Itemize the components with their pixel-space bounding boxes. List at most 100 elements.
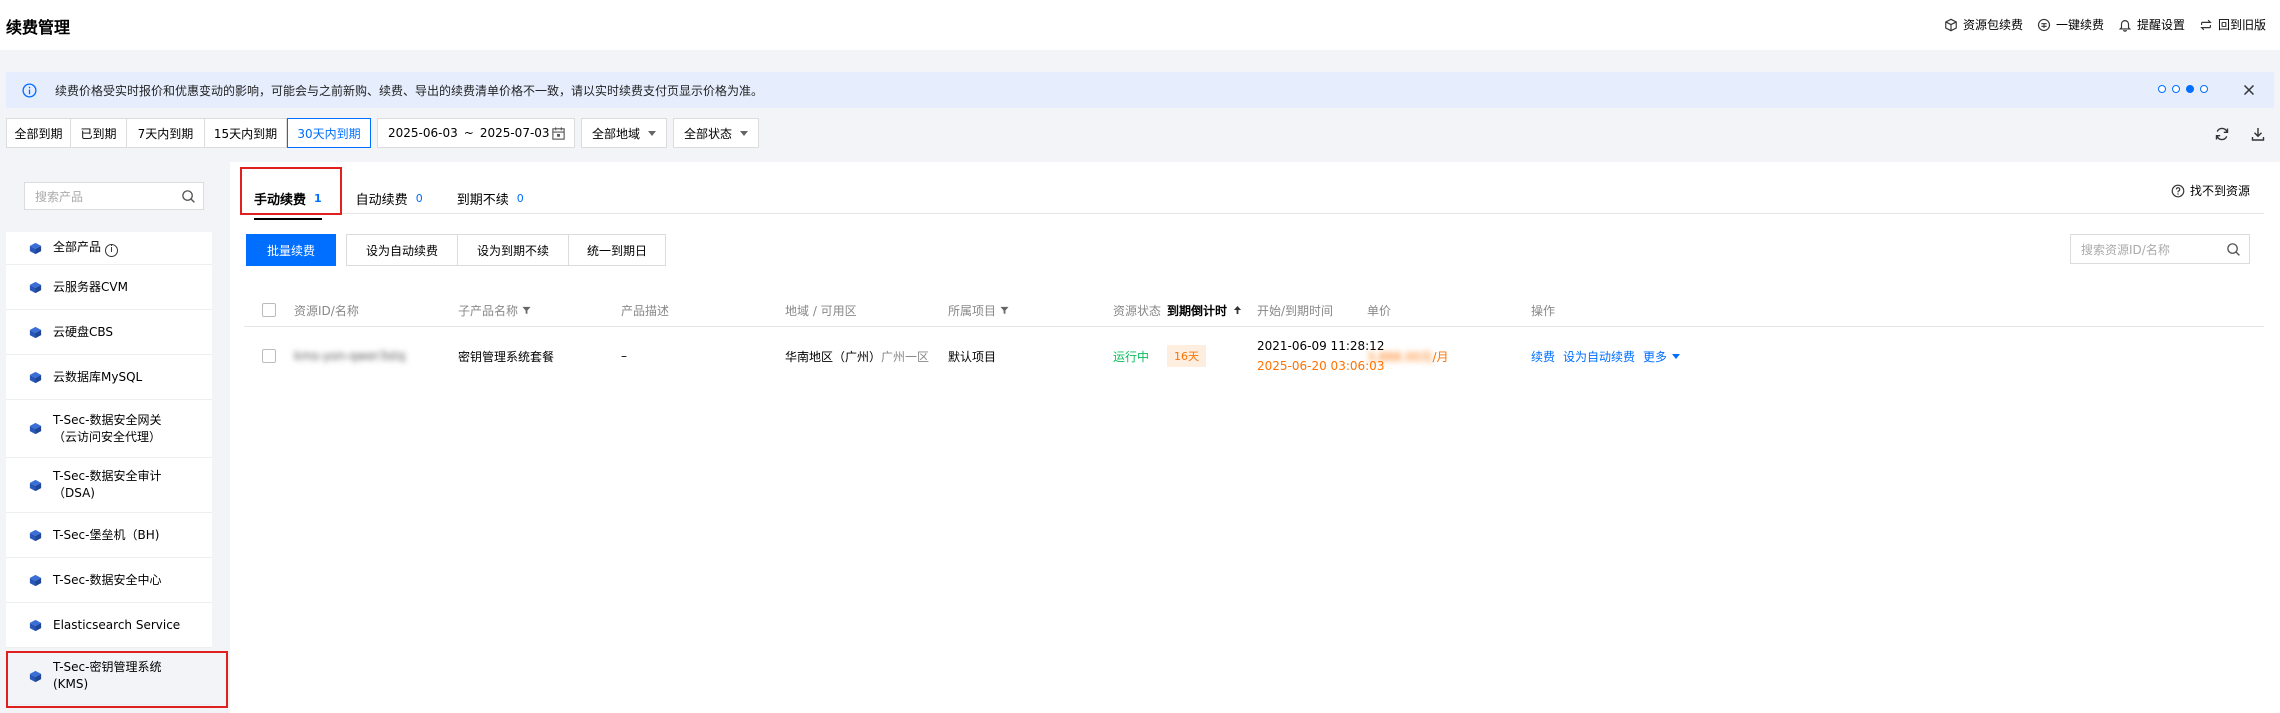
notice-pager-dot[interactable] bbox=[2200, 85, 2208, 93]
sidebar-item-kms[interactable]: T-Sec-密钥管理系统 (KMS) bbox=[6, 648, 212, 705]
status-badge: 运行中 bbox=[1113, 349, 1150, 364]
resource-id[interactable]: kms-yon-qwer3stq bbox=[294, 328, 405, 384]
sidebar-item-dsa[interactable]: T-Sec-数据安全审计 （DSA) bbox=[6, 458, 212, 513]
one-click-renew-button[interactable]: 一键续费 bbox=[2037, 16, 2104, 33]
product-search-input[interactable]: 搜索产品 bbox=[24, 182, 204, 210]
search-icon[interactable] bbox=[181, 189, 196, 204]
filter-bar: 全部到期 已到期 7天内到期 15天内到期 30天内到期 2025-06-03 … bbox=[6, 118, 760, 148]
sidebar-item-mysql[interactable]: 云数据库MySQL bbox=[6, 355, 212, 400]
filter-icon[interactable] bbox=[522, 306, 531, 315]
sidebar-item-elasticsearch[interactable]: Elasticsearch Service bbox=[6, 603, 212, 648]
sidebar-item-bastion-host[interactable]: T-Sec-堡垒机（BH) bbox=[6, 513, 212, 558]
col-project[interactable]: 所属项目 bbox=[948, 294, 1009, 326]
tab-label: 到期不续 bbox=[456, 192, 509, 208]
sidebar-item-all-products[interactable]: 全部产品 i bbox=[6, 232, 212, 265]
back-to-old-version-button[interactable]: 回到旧版 bbox=[2199, 16, 2266, 33]
tab-count: 0 bbox=[516, 191, 524, 205]
set-auto-renew-button[interactable]: 设为自动续费 bbox=[346, 234, 458, 266]
tab-no-renewal[interactable]: 到期不续 0 bbox=[457, 180, 558, 216]
sidebar-item-label: T-Sec-数据安全网关 （云访问安全代理） bbox=[53, 412, 162, 444]
close-icon[interactable] bbox=[2240, 81, 2258, 99]
product-cube-icon bbox=[29, 326, 42, 338]
notice-pager-dot-active[interactable] bbox=[2186, 85, 2194, 93]
product-cube-icon bbox=[29, 670, 42, 682]
renew-link[interactable]: 续费 bbox=[1531, 348, 1555, 365]
sidebar-item-data-security-center[interactable]: T-Sec-数据安全中心 bbox=[6, 558, 212, 603]
date-start: 2025-06-03 bbox=[388, 126, 458, 140]
help-icon bbox=[2171, 184, 2185, 197]
price-amount: 3,888.00元 bbox=[1367, 349, 1433, 364]
reminder-settings-button[interactable]: 提醒设置 bbox=[2118, 16, 2185, 33]
product-cube-icon bbox=[29, 479, 42, 491]
notice-pager-dot[interactable] bbox=[2172, 85, 2180, 93]
date-range-picker[interactable]: 2025-06-03 ~ 2025-07-03 bbox=[377, 118, 575, 148]
tab-manual-renewal[interactable]: 手动续费 1 bbox=[254, 180, 356, 220]
chevron-down-icon bbox=[648, 130, 657, 136]
select-all-checkbox[interactable] bbox=[262, 294, 276, 326]
cant-find-label: 找不到资源 bbox=[2189, 184, 2250, 198]
expiry-all-button[interactable]: 全部到期 bbox=[7, 119, 71, 147]
end-time: 2025-06-20 03:06:03 bbox=[1257, 359, 1385, 373]
tab-auto-renewal[interactable]: 自动续费 0 bbox=[356, 180, 457, 216]
main-panel: 手动续费 1 自动续费 0 到期不续 0 找不到资源 批量续费 设为自动续费 设… bbox=[230, 162, 2280, 713]
resource-search-placeholder: 搜索资源ID/名称 bbox=[2081, 242, 2170, 257]
cant-find-resource-link[interactable]: 找不到资源 bbox=[2171, 182, 2250, 199]
sidebar-item-cbs[interactable]: 云硬盘CBS bbox=[6, 310, 212, 355]
countdown-value: 16天 bbox=[1167, 345, 1206, 367]
sidebar-item-label: 云数据库MySQL bbox=[53, 369, 143, 384]
expiry-30days-button[interactable]: 30天内到期 bbox=[287, 118, 371, 148]
region-zone: 华南地区（广州） 广州一区 bbox=[785, 328, 929, 384]
set-no-renew-button[interactable]: 设为到期不续 bbox=[457, 234, 569, 266]
download-icon[interactable] bbox=[2250, 126, 2266, 142]
refresh-icon[interactable] bbox=[2214, 126, 2230, 142]
tab-label: 手动续费 bbox=[254, 192, 307, 208]
expiry-7days-button[interactable]: 7天内到期 bbox=[127, 119, 205, 147]
notice-pager-dot[interactable] bbox=[2158, 85, 2166, 93]
filter-icon[interactable] bbox=[1000, 306, 1009, 315]
sidebar-item-data-security-gateway[interactable]: T-Sec-数据安全网关 （云访问安全代理） bbox=[6, 400, 212, 458]
product-sidebar: 搜索产品 全部产品 i 云服务器CVM 云硬盘CBS 云数据库MySQL T-S… bbox=[0, 162, 230, 713]
price-notice-banner: 续费价格受实时报价和优惠变动的影响，可能会与之前新购、续费、导出的续费清单价格不… bbox=[6, 72, 2274, 108]
sub-product-name: 密钥管理系统套餐 bbox=[458, 349, 555, 364]
chevron-down-icon bbox=[1672, 353, 1681, 359]
page-title: 续费管理 bbox=[6, 18, 71, 37]
reminder-settings-label: 提醒设置 bbox=[2136, 18, 2185, 32]
product-cube-icon bbox=[29, 619, 42, 631]
unify-expiry-date-button[interactable]: 统一到期日 bbox=[568, 234, 666, 266]
expiry-segmented-control: 全部到期 已到期 7天内到期 15天内到期 30天内到期 bbox=[6, 118, 371, 148]
set-auto-renew-link[interactable]: 设为自动续费 bbox=[1563, 348, 1635, 365]
bell-icon bbox=[2118, 19, 2132, 32]
region-select[interactable]: 全部地域 bbox=[581, 118, 668, 148]
sidebar-item-cvm[interactable]: 云服务器CVM bbox=[6, 265, 212, 310]
batch-renew-button[interactable]: 批量续费 bbox=[246, 234, 336, 266]
resource-search-input[interactable]: 搜索资源ID/名称 bbox=[2070, 234, 2250, 264]
zone-name: 广州一区 bbox=[881, 349, 930, 364]
search-icon[interactable] bbox=[2226, 242, 2241, 257]
expiry-15days-button[interactable]: 15天内到期 bbox=[205, 119, 287, 147]
package-renew-button[interactable]: 资源包续费 bbox=[1944, 16, 2023, 33]
start-end-time: 2021-06-09 11:28:12 2025-06-20 03:06:03 bbox=[1257, 328, 1384, 384]
status-select[interactable]: 全部状态 bbox=[673, 118, 760, 148]
col-sub-product[interactable]: 子产品名称 bbox=[458, 294, 531, 326]
row-checkbox[interactable] bbox=[262, 328, 276, 384]
status-select-value: 全部状态 bbox=[684, 126, 733, 141]
col-ops: 操作 bbox=[1531, 303, 1556, 318]
one-click-icon bbox=[2037, 18, 2051, 31]
more-menu[interactable]: 更多 bbox=[1643, 348, 1681, 365]
product-cube-icon bbox=[29, 422, 42, 435]
price-unit: /月 bbox=[1432, 349, 1449, 364]
product-cube-icon bbox=[29, 281, 42, 293]
expiry-expired-button[interactable]: 已到期 bbox=[71, 119, 127, 147]
package-renew-label: 资源包续费 bbox=[1962, 18, 2023, 32]
product-cube-icon bbox=[29, 371, 42, 383]
sidebar-item-label: T-Sec-密钥管理系统 (KMS) bbox=[53, 660, 162, 691]
date-separator: ~ bbox=[463, 126, 474, 140]
sidebar-item-label: T-Sec-堡垒机（BH) bbox=[53, 527, 160, 542]
sidebar-item-label: T-Sec-数据安全中心 bbox=[53, 572, 162, 587]
project-name: 默认项目 bbox=[948, 349, 997, 364]
tab-label: 自动续费 bbox=[355, 192, 408, 208]
col-countdown[interactable]: 到期倒计时 bbox=[1167, 294, 1242, 326]
sort-arrow-up-icon[interactable] bbox=[1233, 305, 1242, 315]
date-end: 2025-07-03 bbox=[479, 126, 550, 140]
sidebar-item-label: 云服务器CVM bbox=[53, 279, 128, 294]
